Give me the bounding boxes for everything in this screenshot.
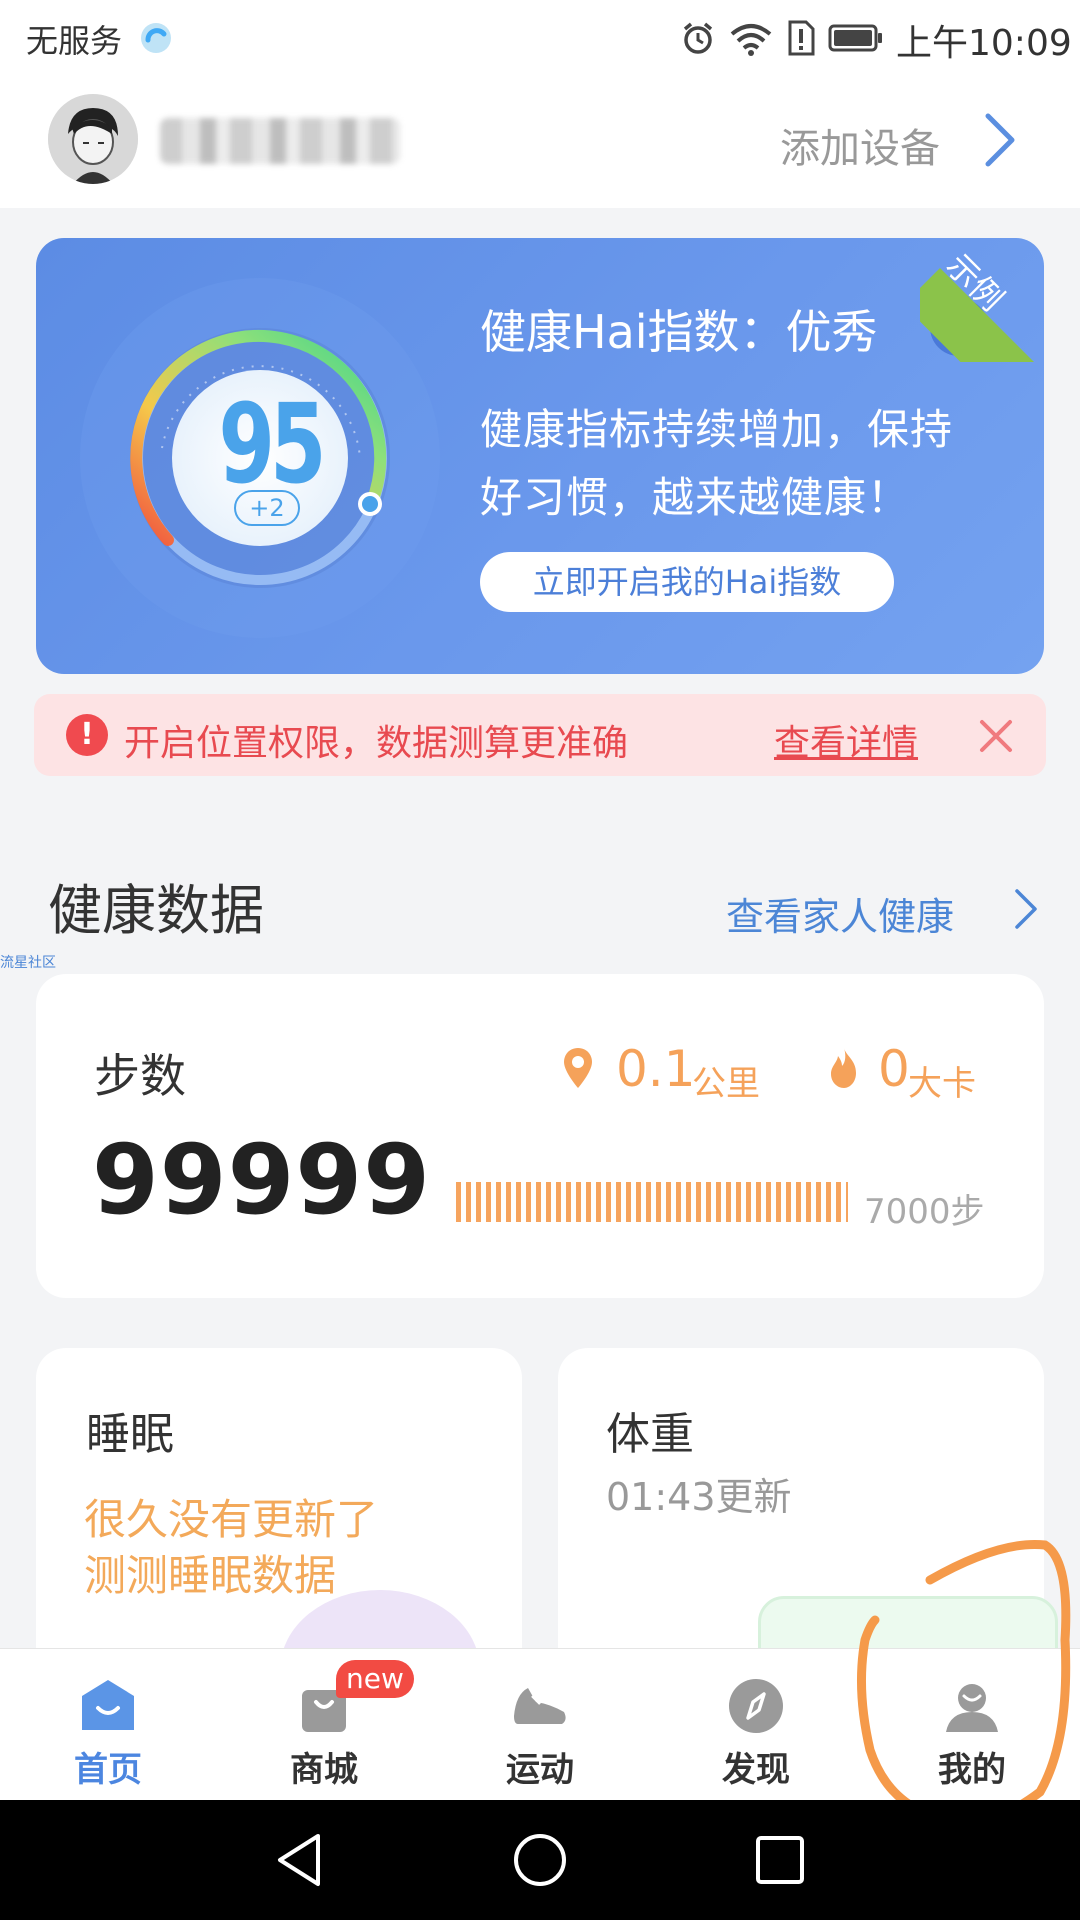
sim-alert-icon <box>788 20 815 56</box>
steps-goal: 7000步 <box>864 1192 985 1232</box>
tab-home[interactable]: 首页 <box>0 1648 216 1800</box>
tab-discover-label: 发现 <box>722 1750 790 1790</box>
health-score-delta: +2 <box>234 490 300 526</box>
alert-message: 开启位置权限，数据测算更准确 <box>124 723 629 764</box>
username-blurred <box>160 118 400 164</box>
watermark-text: 流星社区 <box>0 955 56 971</box>
health-data-title: 健康数据 <box>48 879 264 942</box>
wifi-icon <box>730 24 772 56</box>
distance-unit: 公里 <box>692 1064 760 1104</box>
compass-icon <box>729 1679 783 1733</box>
calories-value: 0 <box>878 1040 910 1098</box>
flame-icon <box>831 1048 856 1088</box>
alarm-icon <box>683 22 713 54</box>
carrier-label: 无服务 <box>26 22 123 60</box>
system-nav-bar <box>0 1800 1080 1920</box>
tab-home-label: 首页 <box>74 1750 142 1790</box>
network-search-icon <box>141 23 171 53</box>
exclamation-icon: ! <box>66 714 108 756</box>
calories-unit: 大卡 <box>908 1064 976 1104</box>
avatar[interactable] <box>48 94 138 184</box>
weight-updated-time: 01:43更新 <box>606 1475 792 1519</box>
status-icons <box>680 18 884 58</box>
sleep-message-line1: 很久没有更新了 <box>84 1495 379 1544</box>
steps-progress-bar <box>456 1182 848 1222</box>
sneaker-icon <box>514 1688 566 1724</box>
sleep-message-line2: 测测睡眠数据 <box>84 1551 337 1600</box>
steps-value: 99999 <box>92 1124 431 1236</box>
location-pin-icon <box>564 1048 592 1088</box>
chevron-right-icon[interactable] <box>1012 886 1040 932</box>
enable-hai-index-button[interactable]: 立即开启我的Hai指数 <box>480 552 894 612</box>
back-icon[interactable] <box>272 1830 328 1890</box>
tab-shop-label: 商城 <box>290 1750 358 1790</box>
steps-label: 步数 <box>94 1049 186 1103</box>
health-index-title: 健康Hai指数：优秀 <box>480 305 878 359</box>
health-index-description-line2: 好习惯，越来越健康！ <box>480 473 911 522</box>
add-device-link[interactable]: 添加设备 <box>780 116 940 174</box>
close-icon[interactable] <box>976 716 1016 756</box>
status-time: 上午10:09 <box>896 23 1072 64</box>
battery-icon <box>828 24 882 52</box>
family-health-link[interactable]: 查看家人健康 <box>726 886 954 941</box>
chevron-right-icon[interactable] <box>980 110 1020 170</box>
recents-icon[interactable] <box>752 1832 808 1888</box>
tab-sports-label: 运动 <box>506 1750 574 1790</box>
tab-sports[interactable]: 运动 <box>432 1648 648 1800</box>
hand-drawn-circle-annotation <box>856 1539 1071 1827</box>
home-circle-icon[interactable] <box>510 1830 570 1890</box>
alert-details-link[interactable]: 查看详情 <box>774 714 918 766</box>
distance-value: 0.1 <box>616 1040 696 1098</box>
sleep-title: 睡眠 <box>86 1409 174 1460</box>
home-icon <box>82 1680 134 1730</box>
health-score-value: 95 <box>218 380 326 508</box>
new-badge: new <box>336 1660 414 1698</box>
avatar-image <box>48 94 138 184</box>
weight-title: 体重 <box>606 1409 694 1460</box>
health-index-description-line1: 健康指标持续增加，保持 <box>480 405 954 454</box>
